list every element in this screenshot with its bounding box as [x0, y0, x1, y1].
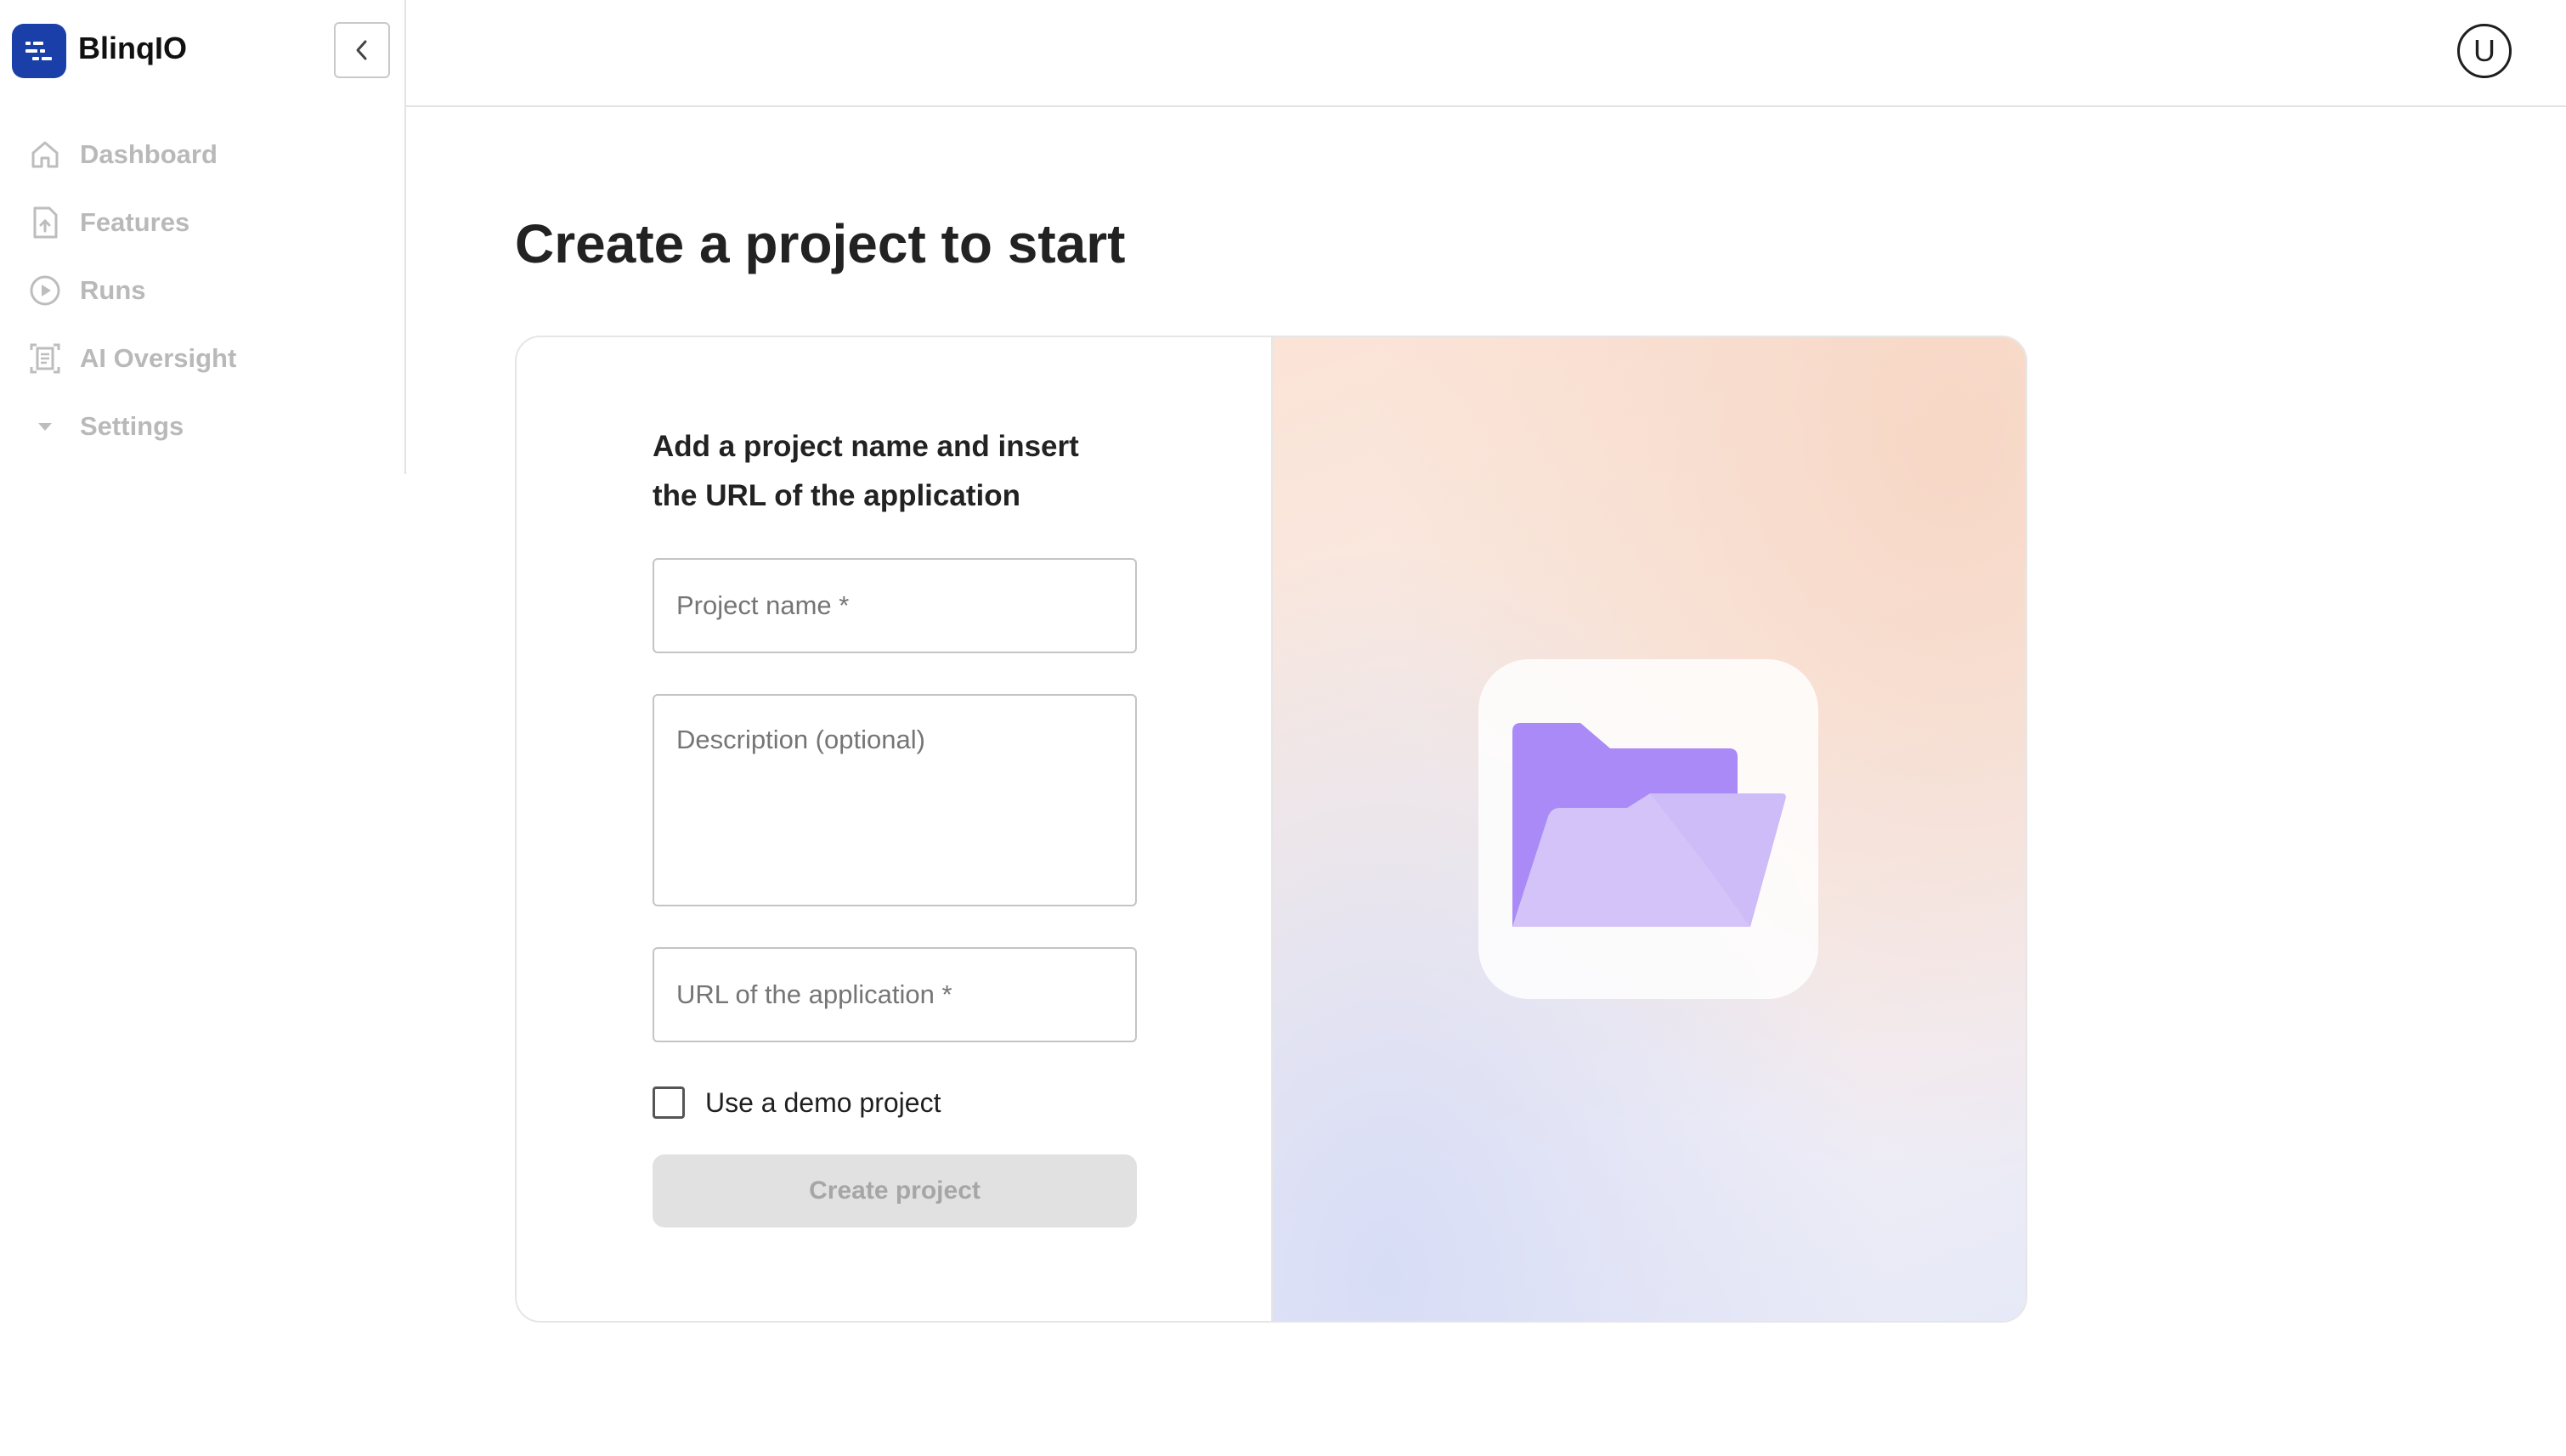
sidebar-item-features[interactable]: Features — [0, 189, 404, 257]
home-icon — [27, 137, 63, 172]
create-project-button[interactable]: Create project — [653, 1154, 1137, 1227]
play-circle-icon — [27, 273, 63, 308]
document-scan-icon — [27, 341, 63, 376]
folder-illustration — [1478, 659, 1818, 999]
page-title: Create a project to start — [515, 213, 1126, 274]
file-upload-icon — [27, 205, 63, 240]
sidebar-nav: Dashboard Features Runs AI Oversight Set… — [0, 121, 404, 460]
brand-name: BlinqIO — [78, 31, 187, 65]
sidebar-item-label: Dashboard — [80, 139, 218, 169]
sidebar-header: BlinqIO — [0, 0, 404, 105]
header-divider — [404, 105, 2566, 107]
demo-project-label[interactable]: Use a demo project — [705, 1087, 941, 1119]
user-avatar[interactable]: U — [2457, 24, 2512, 78]
avatar-initial: U — [2473, 33, 2495, 68]
sidebar-divider — [404, 0, 406, 474]
brand-logo-icon[interactable] — [12, 24, 66, 78]
application-url-input[interactable] — [653, 947, 1137, 1042]
description-textarea[interactable] — [653, 694, 1137, 906]
sidebar-item-label: Runs — [80, 275, 146, 305]
demo-project-option[interactable]: Use a demo project — [653, 1086, 941, 1119]
project-name-input[interactable] — [653, 558, 1137, 653]
chevron-left-icon — [356, 40, 367, 60]
sidebar-item-label: Settings — [80, 411, 184, 441]
sidebar-item-settings[interactable]: Settings — [0, 392, 404, 460]
demo-project-checkbox[interactable] — [653, 1086, 685, 1119]
create-project-form: Add a project name and insert the URL of… — [517, 337, 1273, 1321]
sidebar-item-dashboard[interactable]: Dashboard — [0, 121, 404, 189]
caret-down-icon — [27, 409, 63, 444]
collapse-sidebar-button[interactable] — [334, 22, 390, 78]
sidebar-item-runs[interactable]: Runs — [0, 257, 404, 324]
form-heading: Add a project name and insert the URL of… — [653, 430, 1079, 512]
folder-icon — [1512, 723, 1786, 927]
sidebar-item-label: AI Oversight — [80, 343, 237, 373]
sidebar-item-label: Features — [80, 207, 190, 237]
sidebar-item-ai-oversight[interactable]: AI Oversight — [0, 324, 404, 392]
